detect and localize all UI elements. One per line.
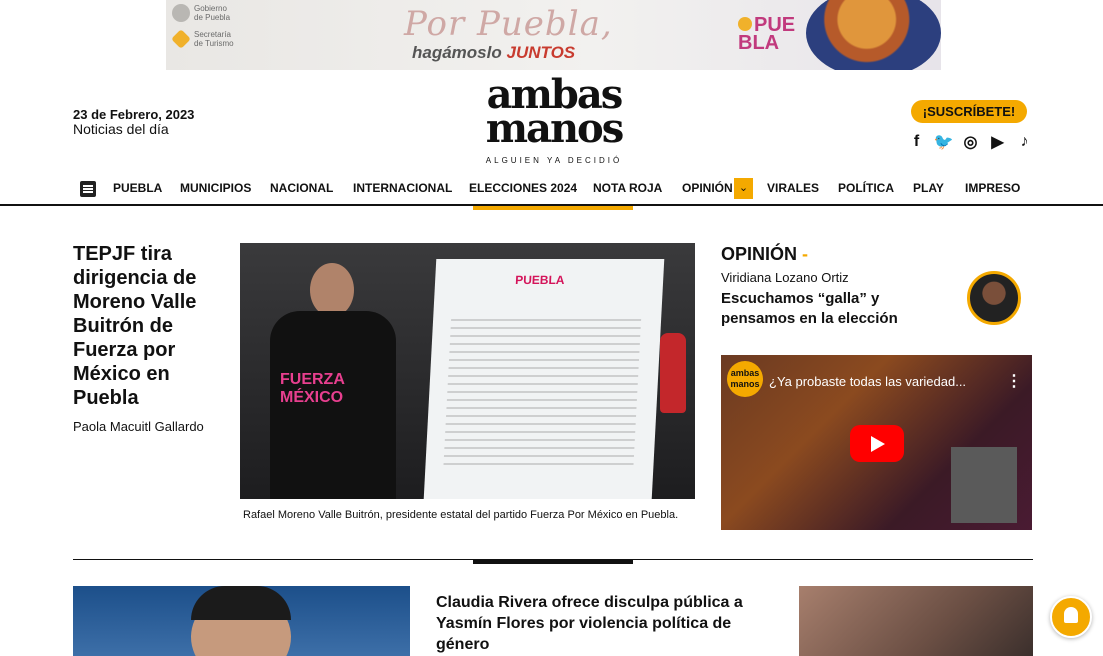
current-date: 23 de Febrero, 2023 (73, 107, 195, 122)
news-subtitle: Noticias del día (73, 121, 169, 137)
main-author[interactable]: Paola Macuitl Gallardo (73, 419, 204, 434)
section-divider-accent (473, 560, 633, 564)
nav-item-municipios[interactable]: MUNICIPIOS (180, 181, 251, 195)
facebook-icon[interactable]: f (907, 132, 926, 151)
video-title[interactable]: ¿Ya probaste todas las variedad... (769, 374, 989, 389)
sign-language-inset (951, 447, 1017, 523)
nav-item-politica[interactable]: POLÍTICA (838, 181, 894, 195)
campaign-board: PUEBLA (423, 259, 665, 499)
gov-logos: Gobierno de Puebla Secretaría de Turismo (171, 4, 252, 56)
nav-item-internacional[interactable]: INTERNACIONAL (353, 181, 452, 195)
tourism-icon (171, 29, 191, 49)
banner-subslogan: hagámoslo JUNTOS (412, 43, 576, 62)
site-tagline: ALGUIEN YA DECIDIÓ (485, 156, 623, 165)
photo-caption: Rafael Moreno Valle Buitrón, presidente … (243, 509, 679, 521)
youtube-icon[interactable]: ▶ (988, 132, 1007, 151)
main-photo[interactable]: PUEBLA FUERZA MÉXICO (240, 243, 695, 499)
puebla-seal-icon (172, 4, 190, 22)
top-ad-banner[interactable]: Gobierno de Puebla Secretaría de Turismo P… (166, 0, 941, 70)
nav-item-nota-roja[interactable]: NOTA ROJA (593, 181, 662, 195)
puebla-brand-logo: PUE BLA (738, 14, 796, 54)
story-thumbnail-right[interactable] (799, 586, 1033, 656)
secondary-headline[interactable]: Claudia Rivera ofrece disculpa pública a… (436, 592, 776, 655)
banner-slogan: Por Puebla, (404, 4, 613, 44)
social-links: f 🐦 ◎ ▶ ♪ (907, 132, 1034, 151)
more-options-icon[interactable]: ⋮ (1006, 371, 1022, 391)
site-logo[interactable]: ambas manos (474, 75, 634, 149)
play-icon[interactable] (850, 425, 904, 462)
nav-item-elecciones[interactable]: ELECCIONES 2024 (469, 181, 577, 195)
nav-item-nacional[interactable]: NACIONAL (270, 181, 333, 195)
author-avatar[interactable] (967, 271, 1021, 325)
notification-bell-icon[interactable] (1050, 596, 1092, 638)
main-headline[interactable]: TEPJF tira dirigencia de Moreno Valle Bu… (73, 242, 223, 410)
photo-subject: FUERZA MÉXICO (250, 263, 400, 499)
food-plate-image (806, 0, 941, 70)
fire-extinguisher (660, 333, 686, 413)
nav-item-play[interactable]: PLAY (913, 181, 944, 195)
youtube-video-embed[interactable]: ambas manos ¿Ya probaste todas las varie… (721, 355, 1032, 530)
opinion-headline[interactable]: Escuchamos “galla” y pensamos en la elec… (721, 289, 936, 329)
nav-item-opinion[interactable]: OPINIÓN (682, 181, 733, 195)
opinion-author[interactable]: Viridiana Lozano Ortiz (721, 270, 849, 285)
twitter-icon[interactable]: 🐦 (934, 132, 954, 151)
sun-icon (738, 17, 752, 31)
chevron-down-icon[interactable]: ⌄ (734, 178, 753, 199)
tiktok-icon[interactable]: ♪ (1015, 132, 1034, 151)
instagram-icon[interactable]: ◎ (961, 132, 980, 151)
nav-item-impreso[interactable]: IMPRESO (965, 181, 1020, 195)
nav-item-virales[interactable]: VIRALES (767, 181, 819, 195)
active-nav-indicator (473, 206, 633, 210)
channel-avatar[interactable]: ambas manos (727, 361, 763, 397)
opinion-section-title: OPINIÓN - (721, 244, 809, 264)
menu-icon[interactable] (80, 181, 96, 197)
subscribe-button[interactable]: ¡SUSCRÍBETE! (911, 100, 1027, 123)
nav-item-puebla[interactable]: PUEBLA (113, 181, 162, 195)
story-thumbnail-left[interactable] (73, 586, 410, 656)
